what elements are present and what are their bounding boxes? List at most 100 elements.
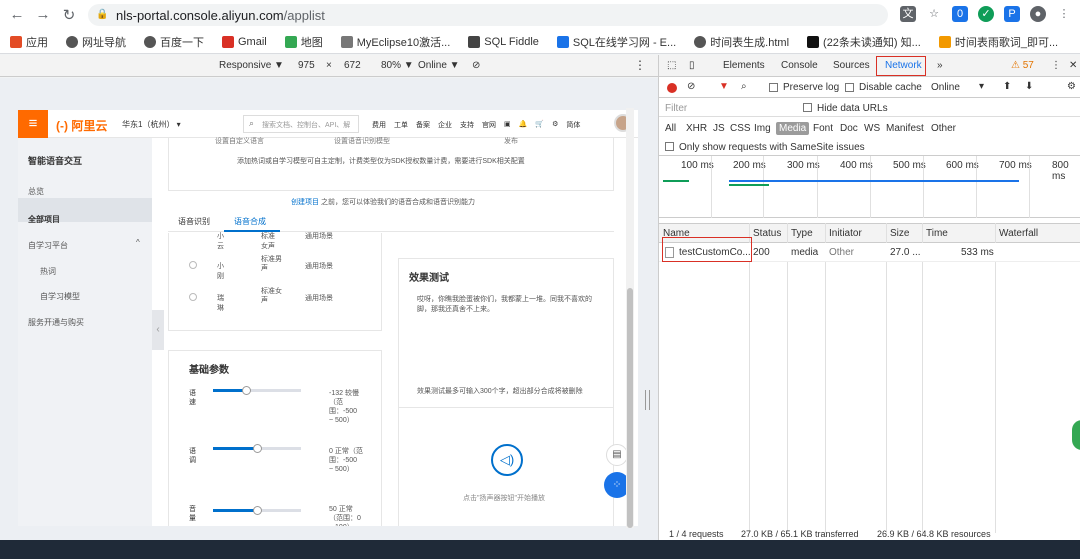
p-extension-icon[interactable]: P bbox=[1004, 6, 1020, 22]
menu-icon[interactable]: ⋮ bbox=[1056, 6, 1072, 22]
chevron-up-icon[interactable]: ^ bbox=[136, 238, 140, 247]
bookmark-item[interactable]: MyEclipse10激活... bbox=[340, 34, 450, 50]
bookmark-item[interactable]: SQL在线学习网 - E... bbox=[556, 34, 676, 50]
type-filter[interactable]: Doc bbox=[840, 123, 858, 134]
sidebar-item-overview[interactable]: 总览 bbox=[28, 186, 44, 197]
sidebar-item-hotwords[interactable]: 热词 bbox=[40, 266, 56, 277]
device-icon[interactable]: ▯ bbox=[689, 60, 695, 71]
col-time[interactable]: Time bbox=[926, 228, 948, 239]
search-input[interactable]: ⌕ 搜索文档、控制台、API、解 bbox=[243, 115, 359, 133]
tab-sources[interactable]: Sources bbox=[833, 60, 870, 71]
hide-data-urls-checkbox[interactable] bbox=[803, 103, 812, 112]
col-size[interactable]: Size bbox=[890, 228, 909, 239]
col-type[interactable]: Type bbox=[791, 228, 813, 239]
clear-icon[interactable]: ⊘ bbox=[687, 81, 695, 92]
resize-handle-right[interactable] bbox=[645, 390, 650, 410]
list-item[interactable]: 小刚 标准男声 通用场景 bbox=[189, 256, 333, 280]
hamburger-icon[interactable]: ≡ bbox=[18, 110, 48, 138]
zoom-select[interactable]: 80% ▼ bbox=[381, 60, 414, 71]
bookmark-item[interactable]: 地图 bbox=[284, 34, 323, 50]
speed-slider[interactable] bbox=[213, 386, 301, 395]
menu-item[interactable]: 企业 bbox=[438, 120, 452, 130]
inspect-icon[interactable]: ⬚ bbox=[667, 60, 676, 71]
bookmark-item[interactable]: Gmail bbox=[222, 35, 267, 48]
search-icon[interactable]: ⌕ bbox=[741, 81, 747, 92]
menu-item[interactable]: 支持 bbox=[460, 120, 474, 130]
menu-item[interactable]: 费用 bbox=[372, 120, 386, 130]
bookmark-item[interactable]: 百度一下 bbox=[144, 34, 204, 50]
menu-item[interactable]: 官网 bbox=[482, 120, 496, 130]
back-icon[interactable]: ← bbox=[6, 6, 28, 23]
sidebar-item-self-learning[interactable]: 自学习平台 bbox=[28, 240, 68, 251]
monitor-icon[interactable]: ▣ bbox=[504, 120, 511, 130]
import-icon[interactable]: ⬆ bbox=[1003, 81, 1011, 92]
region-select[interactable]: 华东1（杭州） ▾ bbox=[122, 119, 181, 130]
col-waterfall[interactable]: Waterfall bbox=[999, 228, 1038, 239]
network-overview[interactable]: 100 ms 200 ms 300 ms 400 ms 500 ms 600 m… bbox=[659, 156, 1080, 218]
throttle-select[interactable]: Online bbox=[931, 82, 960, 93]
speaker-icon[interactable]: ◁) bbox=[491, 444, 523, 476]
tab-console[interactable]: Console bbox=[781, 60, 818, 71]
height-input[interactable]: 672 bbox=[344, 60, 361, 71]
gear-icon[interactable]: ⚙ bbox=[552, 120, 558, 130]
type-filter[interactable]: Font bbox=[813, 123, 833, 134]
slider-handle[interactable] bbox=[241, 386, 251, 395]
preserve-log-checkbox[interactable] bbox=[769, 83, 778, 92]
volume-slider[interactable] bbox=[213, 506, 301, 515]
col-status[interactable]: Status bbox=[753, 228, 781, 239]
floating-widget[interactable] bbox=[1072, 420, 1080, 450]
list-item[interactable]: 瑞琳 标准女声 通用场景 bbox=[189, 288, 333, 312]
bookmark-item[interactable]: 时间表生成.html bbox=[694, 34, 789, 50]
type-filter-active[interactable]: Media bbox=[776, 122, 810, 135]
kebab-icon[interactable]: ⋮ bbox=[1051, 60, 1061, 71]
bookmark-item[interactable]: (22条未读通知) 知... bbox=[807, 34, 921, 50]
translate-icon[interactable]: 文 bbox=[900, 6, 916, 22]
type-filter[interactable]: Other bbox=[931, 123, 956, 134]
bookmark-apps[interactable]: 应用 bbox=[10, 34, 48, 50]
slider-handle[interactable] bbox=[253, 506, 262, 515]
export-icon[interactable]: ⬇ bbox=[1025, 81, 1033, 92]
type-filter[interactable]: All bbox=[665, 123, 676, 134]
tab-tts[interactable]: 语音合成 bbox=[234, 216, 266, 227]
filter-icon[interactable]: ▼ bbox=[719, 81, 729, 92]
chat-icon[interactable]: ▤ bbox=[606, 444, 628, 466]
pitch-slider[interactable] bbox=[213, 444, 301, 453]
language-select[interactable]: 简体 bbox=[566, 120, 580, 130]
bookmark-item[interactable]: SQL Fiddle bbox=[468, 35, 539, 48]
shield-icon[interactable]: ✓ bbox=[978, 6, 994, 22]
menu-item[interactable]: 工单 bbox=[394, 120, 408, 130]
bell-icon[interactable]: 🔔 bbox=[519, 120, 528, 130]
disable-cache-checkbox[interactable] bbox=[845, 83, 854, 92]
type-filter[interactable]: CSS bbox=[730, 123, 751, 134]
chevron-down-icon[interactable]: ▾ bbox=[979, 81, 984, 92]
cart-icon[interactable]: 🛒 bbox=[535, 120, 544, 130]
type-filter[interactable]: XHR bbox=[686, 123, 707, 134]
slider-handle[interactable] bbox=[253, 444, 262, 453]
sidebar-item-purchase[interactable]: 服务开通与购买 bbox=[28, 317, 84, 328]
more-tabs-icon[interactable]: » bbox=[937, 60, 943, 71]
tab-asr[interactable]: 语音识别 bbox=[178, 216, 210, 227]
type-filter[interactable]: Manifest bbox=[886, 123, 924, 134]
create-project-link[interactable]: 创建项目 bbox=[291, 199, 319, 206]
aliyun-logo[interactable]: (-) 阿里云 bbox=[56, 117, 107, 134]
sidebar-item-custom-model[interactable]: 自学习模型 bbox=[40, 291, 80, 302]
type-filter[interactable]: JS bbox=[713, 123, 725, 134]
sidebar-item-all-projects[interactable]: 全部项目 bbox=[28, 214, 60, 225]
radio-button[interactable] bbox=[189, 261, 197, 269]
close-icon[interactable]: ✕ bbox=[1069, 60, 1077, 71]
record-icon[interactable] bbox=[667, 83, 677, 93]
rotate-icon[interactable]: ⊘ bbox=[472, 60, 480, 71]
sidebar-collapse-toggle[interactable]: ‹ bbox=[152, 310, 164, 350]
type-filter[interactable]: Img bbox=[754, 123, 771, 134]
bookmark-item[interactable]: 网址导航 bbox=[66, 34, 126, 50]
extension-icon[interactable]: 0 bbox=[952, 6, 968, 22]
bookmark-item[interactable]: 时间表雨歌词_即可... bbox=[938, 34, 1058, 50]
effect-textarea[interactable]: 哎呀，你瞧我脸蛋被你们，我都蒙上一堆。同我不喜欢的脚，那我还真舍不上来。 bbox=[417, 295, 597, 315]
settings-icon[interactable]: ⚙ bbox=[1067, 81, 1076, 92]
address-bar[interactable]: 🔒 nls-portal.console.aliyun.com /applist bbox=[88, 4, 888, 26]
forward-icon[interactable]: → bbox=[32, 6, 54, 23]
star-icon[interactable]: ☆ bbox=[926, 6, 942, 22]
radio-button[interactable] bbox=[189, 293, 197, 301]
responsive-select[interactable]: Responsive ▼ bbox=[219, 60, 284, 71]
width-input[interactable]: 975 bbox=[298, 60, 315, 71]
